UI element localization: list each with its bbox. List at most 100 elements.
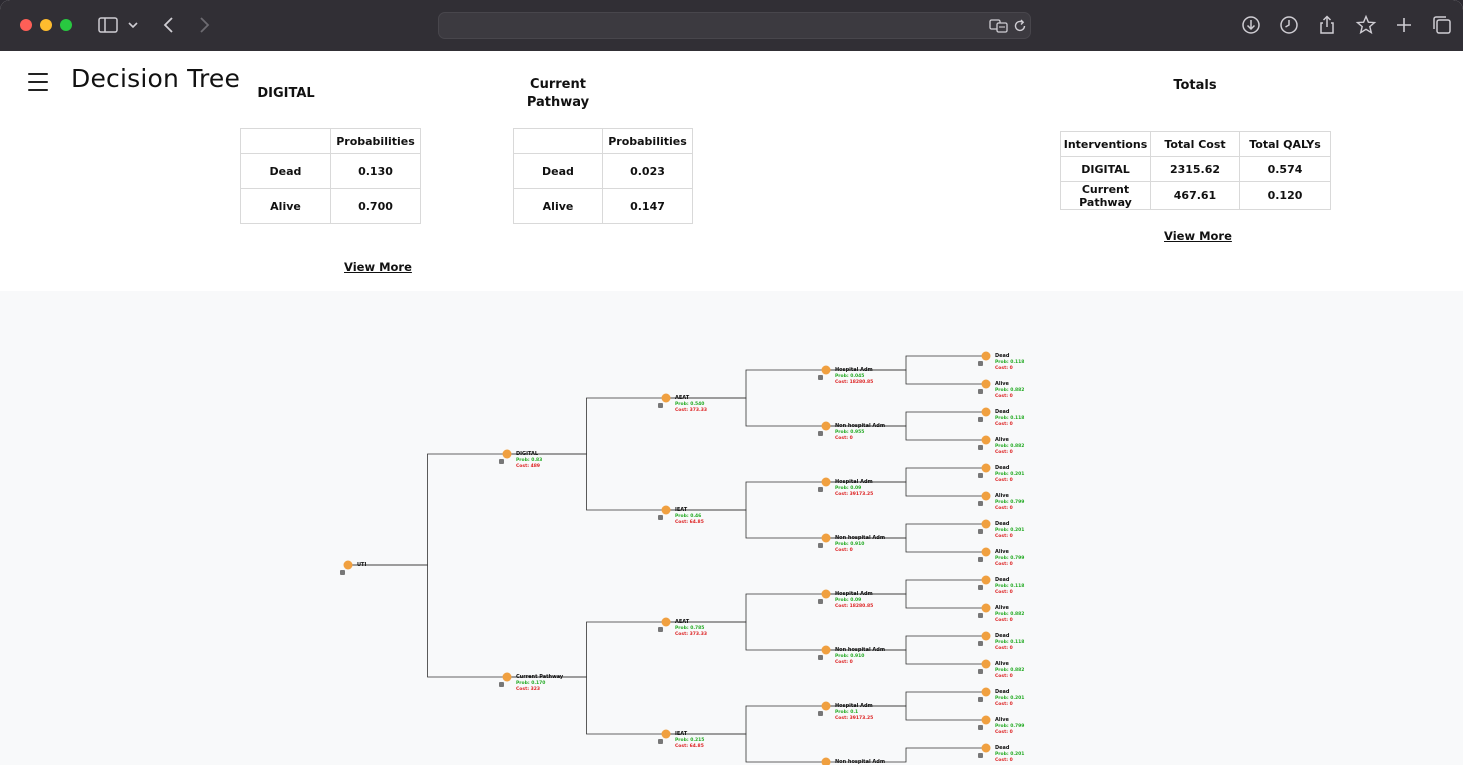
tree-node[interactable]: DeadProb: 0.201Cost: 0	[978, 743, 1024, 764]
tree-node-toggle-icon[interactable]	[978, 445, 983, 450]
tree-node-circle[interactable]	[502, 672, 512, 682]
tree-node-toggle-icon[interactable]	[340, 570, 345, 575]
reload-icon[interactable]	[1012, 18, 1028, 34]
tree-node-toggle-icon[interactable]	[818, 655, 823, 660]
tree-node-toggle-icon[interactable]	[978, 585, 983, 590]
tree-node-circle[interactable]	[821, 701, 831, 711]
tree-node[interactable]: AEATProb: 0.785Cost: 373.33	[658, 617, 707, 638]
tree-node-circle[interactable]	[981, 351, 991, 361]
minimize-window-button[interactable]	[40, 19, 52, 31]
tree-node-circle[interactable]	[981, 743, 991, 753]
tree-node-circle[interactable]	[821, 421, 831, 431]
tab-overview-icon[interactable]	[1431, 14, 1453, 36]
tree-node-circle[interactable]	[981, 631, 991, 641]
tree-node[interactable]: Hospital AdmProb: 0.09Cost: 39173.25	[818, 477, 873, 498]
tree-node-toggle-icon[interactable]	[818, 543, 823, 548]
tree-node-toggle-icon[interactable]	[658, 627, 663, 632]
tree-node[interactable]: DeadProb: 0.118Cost: 0	[978, 631, 1024, 652]
tree-node-toggle-icon[interactable]	[818, 487, 823, 492]
tree-node[interactable]: AEATProb: 0.540Cost: 373.33	[658, 393, 707, 414]
tree-node-circle[interactable]	[661, 617, 671, 627]
decision-tree-canvas[interactable]: UTI DIGITAL Prob: 0.83 Cost: 489 Current Pat…	[0, 291, 1463, 765]
zoom-window-button[interactable]	[60, 19, 72, 31]
tree-node-circle[interactable]	[821, 589, 831, 599]
back-icon[interactable]	[158, 14, 180, 36]
tree-node-circle[interactable]	[661, 729, 671, 739]
tree-node[interactable]: DeadProb: 0.201Cost: 0	[978, 463, 1024, 484]
tree-node[interactable]: Hospital AdmProb: 0.09Cost: 18280.85	[818, 589, 873, 610]
tree-node[interactable]: Current PathwayProb: 0.170Cost: 323	[499, 672, 564, 693]
tree-node[interactable]: AliveProb: 0.882Cost: 0	[978, 379, 1024, 400]
new-tab-icon[interactable]	[1393, 14, 1415, 36]
tree-node-toggle-icon[interactable]	[499, 682, 504, 687]
tree-node-circle[interactable]	[981, 603, 991, 613]
tree-node[interactable]: DeadProb: 0.118Cost: 0	[978, 575, 1024, 596]
tree-node-toggle-icon[interactable]	[978, 697, 983, 702]
tree-node-circle[interactable]	[661, 393, 671, 403]
chevron-down-icon[interactable]	[125, 14, 141, 36]
tree-node[interactable]: DeadProb: 0.201Cost: 0	[978, 519, 1024, 540]
tree-node-toggle-icon[interactable]	[978, 361, 983, 366]
tree-node-circle[interactable]	[981, 659, 991, 669]
tree-node[interactable]: AliveProb: 0.882Cost: 0	[978, 659, 1024, 680]
tree-node-toggle-icon[interactable]	[978, 473, 983, 478]
tree-node[interactable]: AliveProb: 0.882Cost: 0	[978, 435, 1024, 456]
tree-node-circle[interactable]	[502, 449, 512, 459]
tree-node-circle[interactable]	[981, 379, 991, 389]
tree-node[interactable]: DIGITALProb: 0.83Cost: 489	[499, 449, 542, 470]
tree-node-circle[interactable]	[981, 715, 991, 725]
tree-node-toggle-icon[interactable]	[978, 417, 983, 422]
sidebar-toggle-icon[interactable]	[97, 14, 119, 36]
tree-node-toggle-icon[interactable]	[978, 753, 983, 758]
tree-node-circle[interactable]	[981, 547, 991, 557]
totals-view-more-link[interactable]: View More	[1164, 229, 1232, 243]
tree-node-toggle-icon[interactable]	[978, 725, 983, 730]
tree-node-circle[interactable]	[821, 757, 831, 765]
tree-node-toggle-icon[interactable]	[658, 403, 663, 408]
forward-icon[interactable]	[193, 14, 215, 36]
tree-node-circle[interactable]	[981, 491, 991, 501]
tree-node-toggle-icon[interactable]	[818, 375, 823, 380]
tree-node[interactable]: DeadProb: 0.118Cost: 0	[978, 351, 1024, 372]
share-icon[interactable]	[1316, 14, 1338, 36]
tree-node[interactable]: AliveProb: 0.799Cost: 0	[978, 547, 1024, 568]
tree-node-circle[interactable]	[821, 645, 831, 655]
tree-node-circle[interactable]	[821, 365, 831, 375]
tree-node-circle[interactable]	[981, 575, 991, 585]
tree-node-circle[interactable]	[661, 505, 671, 515]
tree-node[interactable]: IEATProb: 0.215Cost: 64.85	[658, 729, 704, 750]
downloads-icon[interactable]	[1240, 14, 1262, 36]
tree-node-circle[interactable]	[821, 533, 831, 543]
bookmark-star-icon[interactable]	[1355, 14, 1377, 36]
tree-node-circle[interactable]	[343, 560, 353, 570]
tree-node-toggle-icon[interactable]	[818, 711, 823, 716]
address-bar[interactable]	[438, 12, 1031, 39]
tree-node[interactable]: Non hospital AdmProb: 0.955Cost: 0	[818, 421, 885, 442]
tree-node-circle[interactable]	[821, 477, 831, 487]
view-more-link[interactable]: View More	[344, 260, 412, 274]
translate-icon[interactable]	[989, 18, 1009, 34]
tree-node[interactable]: Hospital AdmProb: 0.045Cost: 18280.85	[818, 365, 873, 386]
tree-node-toggle-icon[interactable]	[978, 669, 983, 674]
tree-node[interactable]: AliveProb: 0.882Cost: 0	[978, 603, 1024, 624]
tree-node[interactable]: Non hospital AdmProb: 0.910Cost: 0	[818, 645, 885, 666]
tree-node-toggle-icon[interactable]	[499, 459, 504, 464]
close-window-button[interactable]	[20, 19, 32, 31]
tree-node-toggle-icon[interactable]	[978, 389, 983, 394]
tree-node[interactable]: AliveProb: 0.799Cost: 0	[978, 715, 1024, 736]
tree-node-toggle-icon[interactable]	[978, 501, 983, 506]
tree-node-toggle-icon[interactable]	[978, 557, 983, 562]
tree-node-toggle-icon[interactable]	[978, 529, 983, 534]
tree-node[interactable]: Hospital AdmProb: 0.1Cost: 39173.25	[818, 701, 873, 722]
tree-node-circle[interactable]	[981, 687, 991, 697]
tree-node[interactable]: DeadProb: 0.118Cost: 0	[978, 407, 1024, 428]
tree-node-circle[interactable]	[981, 519, 991, 529]
history-icon[interactable]	[1278, 14, 1300, 36]
tree-node[interactable]: AliveProb: 0.799Cost: 0	[978, 491, 1024, 512]
tree-node-circle[interactable]	[981, 463, 991, 473]
menu-icon[interactable]	[28, 73, 48, 91]
tree-node[interactable]: Non hospital AdmProb: 0.9	[818, 757, 885, 765]
tree-node-toggle-icon[interactable]	[978, 641, 983, 646]
tree-node[interactable]: Non hospital AdmProb: 0.910Cost: 0	[818, 533, 885, 554]
tree-node[interactable]: IEATProb: 0.46Cost: 64.85	[658, 505, 704, 526]
